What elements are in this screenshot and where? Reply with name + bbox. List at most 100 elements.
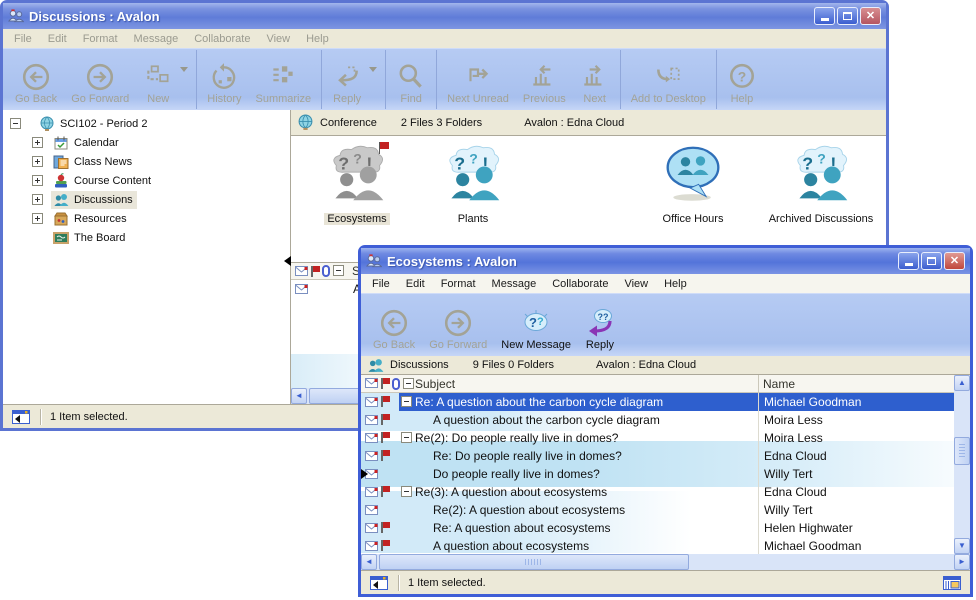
message-subject-cell[interactable]: Re(2): A question about ecosystems xyxy=(399,501,758,519)
message-row[interactable]: Re(2): A question about ecosystems Willy… xyxy=(361,501,954,519)
new-button[interactable]: New xyxy=(136,50,193,109)
menu-item[interactable]: File xyxy=(364,276,398,292)
find-button[interactable]: Find xyxy=(389,50,433,109)
scrollbar-thumb[interactable] xyxy=(379,554,689,570)
w2-minimize-button[interactable] xyxy=(898,252,919,270)
collapse-thread-icon[interactable] xyxy=(401,486,412,497)
go-forward-button[interactable]: Go Forward xyxy=(64,50,136,109)
subject-column-header[interactable]: Subject xyxy=(415,377,455,391)
message-row[interactable]: Re(3): A question about ecosystems Edna … xyxy=(361,483,954,501)
w2-horizontal-scrollbar[interactable] xyxy=(361,554,970,570)
expand-box-icon[interactable] xyxy=(32,156,43,167)
view-mode-icon[interactable] xyxy=(942,575,962,591)
split-pane-toggle-icon[interactable] xyxy=(11,409,31,425)
menu-item[interactable]: Help xyxy=(656,276,695,292)
menu-item[interactable]: Message xyxy=(126,31,187,47)
message-row[interactable]: Re: Do people really live in domes? Edna… xyxy=(361,447,954,465)
previous-button[interactable]: Previous xyxy=(516,50,573,109)
tree-item[interactable]: Calendar xyxy=(3,133,290,152)
scroll-up-button[interactable] xyxy=(954,375,970,391)
name-column-header[interactable]: Name xyxy=(763,377,795,391)
conference-item[interactable]: Office Hours xyxy=(637,144,749,227)
next-unread-button[interactable]: Next Unread xyxy=(440,50,516,109)
w2-close-button[interactable]: ✕ xyxy=(944,252,965,270)
menu-item[interactable]: Collaborate xyxy=(544,276,616,292)
message-author[interactable]: Moira Less xyxy=(759,411,954,429)
column-divider[interactable] xyxy=(758,375,759,392)
message-author[interactable]: Michael Goodman xyxy=(759,393,954,411)
message-subject-cell[interactable]: Re(2): Do people really live in domes? xyxy=(399,429,758,447)
message-row[interactable]: A question about ecosystems Michael Good… xyxy=(361,537,954,554)
history-button[interactable]: History xyxy=(200,50,248,109)
go-back-button[interactable]: Go Back xyxy=(366,295,422,355)
expand-box-icon[interactable] xyxy=(32,194,43,205)
dropdown-arrow-icon[interactable] xyxy=(180,67,188,76)
menu-item[interactable]: View xyxy=(616,276,656,292)
menu-item[interactable]: View xyxy=(258,31,298,47)
message-subject-cell[interactable]: Re: A question about the carbon cycle di… xyxy=(399,393,758,411)
w1-close-button[interactable]: ✕ xyxy=(860,7,881,25)
tree-item[interactable]: Resources xyxy=(3,209,290,228)
tree-item[interactable]: The Board xyxy=(3,228,290,247)
collapse-all-icon[interactable] xyxy=(403,378,414,389)
expand-box-icon[interactable] xyxy=(32,175,43,186)
message-subject-cell[interactable]: Re(3): A question about ecosystems xyxy=(399,483,758,501)
message-subject-cell[interactable]: Re: Do people really live in domes? xyxy=(399,447,758,465)
menu-item[interactable]: Help xyxy=(298,31,337,47)
expand-box-icon[interactable] xyxy=(32,213,43,224)
reply-button[interactable]: Reply xyxy=(578,295,622,355)
scroll-down-button[interactable] xyxy=(954,538,970,554)
scrollbar-thumb[interactable] xyxy=(954,437,970,465)
message-subject-cell[interactable]: A question about ecosystems xyxy=(399,537,758,554)
scroll-right-button[interactable] xyxy=(954,554,970,570)
menu-item[interactable]: Format xyxy=(433,276,484,292)
menu-item[interactable]: Edit xyxy=(398,276,433,292)
message-author[interactable]: Edna Cloud xyxy=(759,447,954,465)
expand-box-icon[interactable] xyxy=(32,137,43,148)
message-subject-cell[interactable]: A question about the carbon cycle diagra… xyxy=(399,411,758,429)
message-row[interactable]: Do people really live in domes? Willy Te… xyxy=(361,465,954,483)
w2-list-column-header[interactable]: Subject Name xyxy=(361,375,954,393)
menu-item[interactable]: Message xyxy=(484,276,545,292)
split-pane-toggle-icon[interactable] xyxy=(369,575,389,591)
message-author[interactable]: Helen Highwater xyxy=(759,519,954,537)
message-author[interactable]: Michael Goodman xyxy=(759,537,954,554)
tree-item[interactable]: Course Content xyxy=(3,171,290,190)
message-row[interactable]: Re: A question about the carbon cycle di… xyxy=(361,393,954,411)
next-button[interactable]: Next xyxy=(573,50,617,109)
menu-item[interactable]: Edit xyxy=(40,31,75,47)
reply-button[interactable]: Reply xyxy=(325,50,382,109)
message-row[interactable]: A question about the carbon cycle diagra… xyxy=(361,411,954,429)
collapse-thread-icon[interactable] xyxy=(401,396,412,407)
conference-item[interactable]: Archived Discussions xyxy=(765,144,877,227)
message-author[interactable]: Willy Tert xyxy=(759,465,954,483)
go-forward-button[interactable]: Go Forward xyxy=(422,295,494,355)
tree-item[interactable]: Discussions xyxy=(3,190,290,209)
w2-titlebar[interactable]: Ecosystems : Avalon ✕ xyxy=(361,248,970,274)
w2-maximize-button[interactable] xyxy=(921,252,942,270)
collapse-all-icon[interactable] xyxy=(333,265,344,276)
help-button[interactable]: Help xyxy=(720,50,764,109)
message-row[interactable]: Re: A question about ecosystems Helen Hi… xyxy=(361,519,954,537)
new-message-button[interactable]: New Message xyxy=(494,295,578,355)
menu-item[interactable]: Format xyxy=(75,31,126,47)
w1-minimize-button[interactable] xyxy=(814,7,835,25)
collapse-box-icon[interactable] xyxy=(10,118,21,129)
collapse-thread-icon[interactable] xyxy=(401,432,412,443)
message-subject-cell[interactable]: Do people really live in domes? xyxy=(399,465,758,483)
pane-split-marker-icon[interactable] xyxy=(284,256,291,266)
message-author[interactable]: Willy Tert xyxy=(759,501,954,519)
message-subject-cell[interactable]: Re: A question about ecosystems xyxy=(399,519,758,537)
message-author[interactable]: Edna Cloud xyxy=(759,483,954,501)
message-author[interactable]: Moira Less xyxy=(759,429,954,447)
menu-item[interactable]: Collaborate xyxy=(186,31,258,47)
w2-vertical-scrollbar[interactable] xyxy=(954,375,970,554)
tree-item[interactable]: Class News xyxy=(3,152,290,171)
go-back-button[interactable]: Go Back xyxy=(8,50,64,109)
scroll-left-button[interactable] xyxy=(361,554,377,570)
message-row[interactable]: Re(2): Do people really live in domes? M… xyxy=(361,429,954,447)
dropdown-arrow-icon[interactable] xyxy=(369,67,377,76)
conference-item[interactable]: Ecosystems xyxy=(301,144,413,227)
w1-maximize-button[interactable] xyxy=(837,7,858,25)
summarize-button[interactable]: Summarize xyxy=(249,50,319,109)
